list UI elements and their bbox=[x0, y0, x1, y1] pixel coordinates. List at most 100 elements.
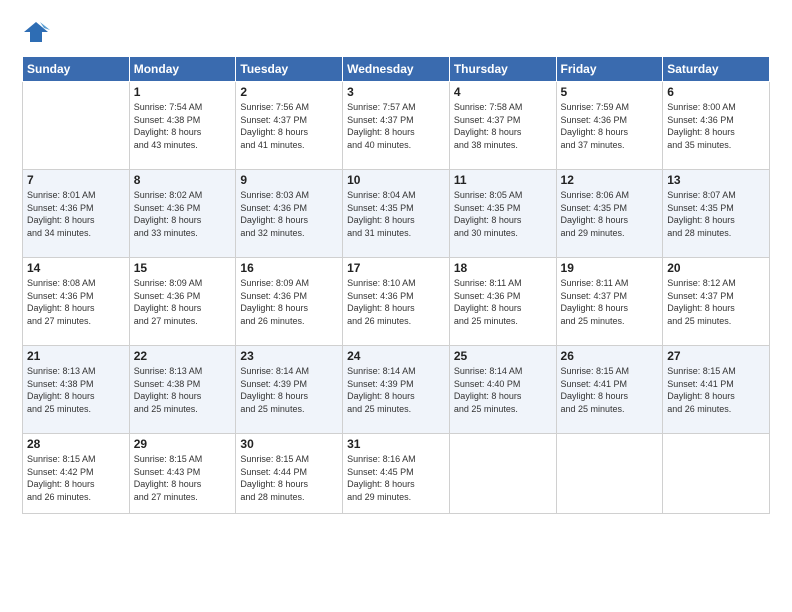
col-header-sunday: Sunday bbox=[23, 57, 130, 82]
day-info: Sunrise: 8:04 AMSunset: 4:35 PMDaylight:… bbox=[347, 189, 445, 239]
calendar-cell: 4 Sunrise: 7:58 AMSunset: 4:37 PMDaylight… bbox=[449, 82, 556, 170]
day-number: 14 bbox=[27, 261, 125, 275]
day-info: Sunrise: 7:58 AMSunset: 4:37 PMDaylight:… bbox=[454, 101, 552, 151]
header bbox=[22, 18, 770, 46]
day-info: Sunrise: 8:00 AMSunset: 4:36 PMDaylight:… bbox=[667, 101, 765, 151]
day-info: Sunrise: 8:13 AMSunset: 4:38 PMDaylight:… bbox=[27, 365, 125, 415]
calendar-cell: 29 Sunrise: 8:15 AMSunset: 4:43 PMDayligh… bbox=[129, 434, 236, 514]
day-number: 16 bbox=[240, 261, 338, 275]
day-info: Sunrise: 8:11 AMSunset: 4:36 PMDaylight:… bbox=[454, 277, 552, 327]
day-number: 29 bbox=[134, 437, 232, 451]
day-info: Sunrise: 7:56 AMSunset: 4:37 PMDaylight:… bbox=[240, 101, 338, 151]
calendar-cell: 12Sunrise: 8:06 AMSunset: 4:35 PMDayligh… bbox=[556, 170, 663, 258]
calendar-cell: 20 Sunrise: 8:12 AMSunset: 4:37 PMDayligh… bbox=[663, 258, 770, 346]
calendar-cell: 15 Sunrise: 8:09 AMSunset: 4:36 PMDayligh… bbox=[129, 258, 236, 346]
logo-icon bbox=[22, 18, 50, 46]
day-number: 30 bbox=[240, 437, 338, 451]
calendar-cell: 2 Sunrise: 7:56 AMSunset: 4:37 PMDaylight… bbox=[236, 82, 343, 170]
day-number: 18 bbox=[454, 261, 552, 275]
day-info: Sunrise: 8:02 AMSunset: 4:36 PMDaylight:… bbox=[134, 189, 232, 239]
calendar-cell: 17 Sunrise: 8:10 AMSunset: 4:36 PMDayligh… bbox=[343, 258, 450, 346]
calendar-cell bbox=[663, 434, 770, 514]
day-info: Sunrise: 8:14 AMSunset: 4:39 PMDaylight:… bbox=[347, 365, 445, 415]
day-info: Sunrise: 8:06 AMSunset: 4:35 PMDaylight:… bbox=[561, 189, 659, 239]
calendar-cell: 6 Sunrise: 8:00 AMSunset: 4:36 PMDaylight… bbox=[663, 82, 770, 170]
calendar-week-row: 7 Sunrise: 8:01 AMSunset: 4:36 PMDaylight… bbox=[23, 170, 770, 258]
day-info: Sunrise: 8:11 AMSunset: 4:37 PMDaylight:… bbox=[561, 277, 659, 327]
day-info: Sunrise: 8:10 AMSunset: 4:36 PMDaylight:… bbox=[347, 277, 445, 327]
calendar-table: SundayMondayTuesdayWednesdayThursdayFrid… bbox=[22, 56, 770, 514]
col-header-thursday: Thursday bbox=[449, 57, 556, 82]
page: SundayMondayTuesdayWednesdayThursdayFrid… bbox=[0, 0, 792, 612]
day-info: Sunrise: 8:08 AMSunset: 4:36 PMDaylight:… bbox=[27, 277, 125, 327]
day-info: Sunrise: 8:15 AMSunset: 4:42 PMDaylight:… bbox=[27, 453, 125, 503]
calendar-cell: 3 Sunrise: 7:57 AMSunset: 4:37 PMDaylight… bbox=[343, 82, 450, 170]
calendar-cell: 26 Sunrise: 8:15 AMSunset: 4:41 PMDayligh… bbox=[556, 346, 663, 434]
calendar-cell: 22Sunrise: 8:13 AMSunset: 4:38 PMDayligh… bbox=[129, 346, 236, 434]
day-number: 8 bbox=[134, 173, 232, 187]
calendar-cell: 13Sunrise: 8:07 AMSunset: 4:35 PMDayligh… bbox=[663, 170, 770, 258]
calendar-cell: 25Sunrise: 8:14 AMSunset: 4:40 PMDayligh… bbox=[449, 346, 556, 434]
day-info: Sunrise: 8:15 AMSunset: 4:41 PMDaylight:… bbox=[667, 365, 765, 415]
day-number: 28 bbox=[27, 437, 125, 451]
day-number: 7 bbox=[27, 173, 125, 187]
calendar-cell: 30 Sunrise: 8:15 AMSunset: 4:44 PMDayligh… bbox=[236, 434, 343, 514]
calendar-cell: 11Sunrise: 8:05 AMSunset: 4:35 PMDayligh… bbox=[449, 170, 556, 258]
day-info: Sunrise: 8:13 AMSunset: 4:38 PMDaylight:… bbox=[134, 365, 232, 415]
day-number: 23 bbox=[240, 349, 338, 363]
col-header-friday: Friday bbox=[556, 57, 663, 82]
day-info: Sunrise: 8:16 AMSunset: 4:45 PMDaylight:… bbox=[347, 453, 445, 503]
day-number: 21 bbox=[27, 349, 125, 363]
calendar-cell bbox=[449, 434, 556, 514]
day-number: 15 bbox=[134, 261, 232, 275]
calendar-week-row: 28 Sunrise: 8:15 AMSunset: 4:42 PMDayligh… bbox=[23, 434, 770, 514]
day-info: Sunrise: 8:09 AMSunset: 4:36 PMDaylight:… bbox=[134, 277, 232, 327]
day-number: 3 bbox=[347, 85, 445, 99]
calendar-header-row: SundayMondayTuesdayWednesdayThursdayFrid… bbox=[23, 57, 770, 82]
calendar-cell: 16Sunrise: 8:09 AMSunset: 4:36 PMDayligh… bbox=[236, 258, 343, 346]
day-info: Sunrise: 8:14 AMSunset: 4:39 PMDaylight:… bbox=[240, 365, 338, 415]
day-number: 26 bbox=[561, 349, 659, 363]
logo bbox=[22, 18, 54, 46]
day-number: 10 bbox=[347, 173, 445, 187]
day-number: 31 bbox=[347, 437, 445, 451]
day-info: Sunrise: 7:59 AMSunset: 4:36 PMDaylight:… bbox=[561, 101, 659, 151]
day-number: 4 bbox=[454, 85, 552, 99]
day-info: Sunrise: 8:15 AMSunset: 4:41 PMDaylight:… bbox=[561, 365, 659, 415]
calendar-week-row: 1Sunrise: 7:54 AMSunset: 4:38 PMDaylight… bbox=[23, 82, 770, 170]
day-info: Sunrise: 8:07 AMSunset: 4:35 PMDaylight:… bbox=[667, 189, 765, 239]
day-info: Sunrise: 7:54 AMSunset: 4:38 PMDaylight:… bbox=[134, 101, 232, 151]
col-header-saturday: Saturday bbox=[663, 57, 770, 82]
calendar-week-row: 14 Sunrise: 8:08 AMSunset: 4:36 PMDayligh… bbox=[23, 258, 770, 346]
calendar-cell bbox=[556, 434, 663, 514]
calendar-cell: 10 Sunrise: 8:04 AMSunset: 4:35 PMDayligh… bbox=[343, 170, 450, 258]
calendar-cell: 1Sunrise: 7:54 AMSunset: 4:38 PMDaylight… bbox=[129, 82, 236, 170]
day-number: 6 bbox=[667, 85, 765, 99]
day-info: Sunrise: 8:15 AMSunset: 4:44 PMDaylight:… bbox=[240, 453, 338, 503]
day-number: 17 bbox=[347, 261, 445, 275]
calendar-cell: 7 Sunrise: 8:01 AMSunset: 4:36 PMDaylight… bbox=[23, 170, 130, 258]
day-number: 9 bbox=[240, 173, 338, 187]
calendar-week-row: 21 Sunrise: 8:13 AMSunset: 4:38 PMDayligh… bbox=[23, 346, 770, 434]
calendar-cell: 21 Sunrise: 8:13 AMSunset: 4:38 PMDayligh… bbox=[23, 346, 130, 434]
calendar-cell: 9Sunrise: 8:03 AMSunset: 4:36 PMDaylight… bbox=[236, 170, 343, 258]
day-info: Sunrise: 7:57 AMSunset: 4:37 PMDaylight:… bbox=[347, 101, 445, 151]
day-number: 20 bbox=[667, 261, 765, 275]
day-info: Sunrise: 8:05 AMSunset: 4:35 PMDaylight:… bbox=[454, 189, 552, 239]
day-number: 2 bbox=[240, 85, 338, 99]
day-info: Sunrise: 8:12 AMSunset: 4:37 PMDaylight:… bbox=[667, 277, 765, 327]
day-info: Sunrise: 8:15 AMSunset: 4:43 PMDaylight:… bbox=[134, 453, 232, 503]
calendar-cell: 14 Sunrise: 8:08 AMSunset: 4:36 PMDayligh… bbox=[23, 258, 130, 346]
day-info: Sunrise: 8:01 AMSunset: 4:36 PMDaylight:… bbox=[27, 189, 125, 239]
calendar-cell: 28 Sunrise: 8:15 AMSunset: 4:42 PMDayligh… bbox=[23, 434, 130, 514]
day-number: 24 bbox=[347, 349, 445, 363]
calendar-cell bbox=[23, 82, 130, 170]
calendar-cell: 31 Sunrise: 8:16 AMSunset: 4:45 PMDayligh… bbox=[343, 434, 450, 514]
calendar-cell: 24 Sunrise: 8:14 AMSunset: 4:39 PMDayligh… bbox=[343, 346, 450, 434]
day-info: Sunrise: 8:14 AMSunset: 4:40 PMDaylight:… bbox=[454, 365, 552, 415]
day-number: 5 bbox=[561, 85, 659, 99]
calendar-cell: 27 Sunrise: 8:15 AMSunset: 4:41 PMDayligh… bbox=[663, 346, 770, 434]
day-number: 19 bbox=[561, 261, 659, 275]
day-number: 27 bbox=[667, 349, 765, 363]
col-header-monday: Monday bbox=[129, 57, 236, 82]
